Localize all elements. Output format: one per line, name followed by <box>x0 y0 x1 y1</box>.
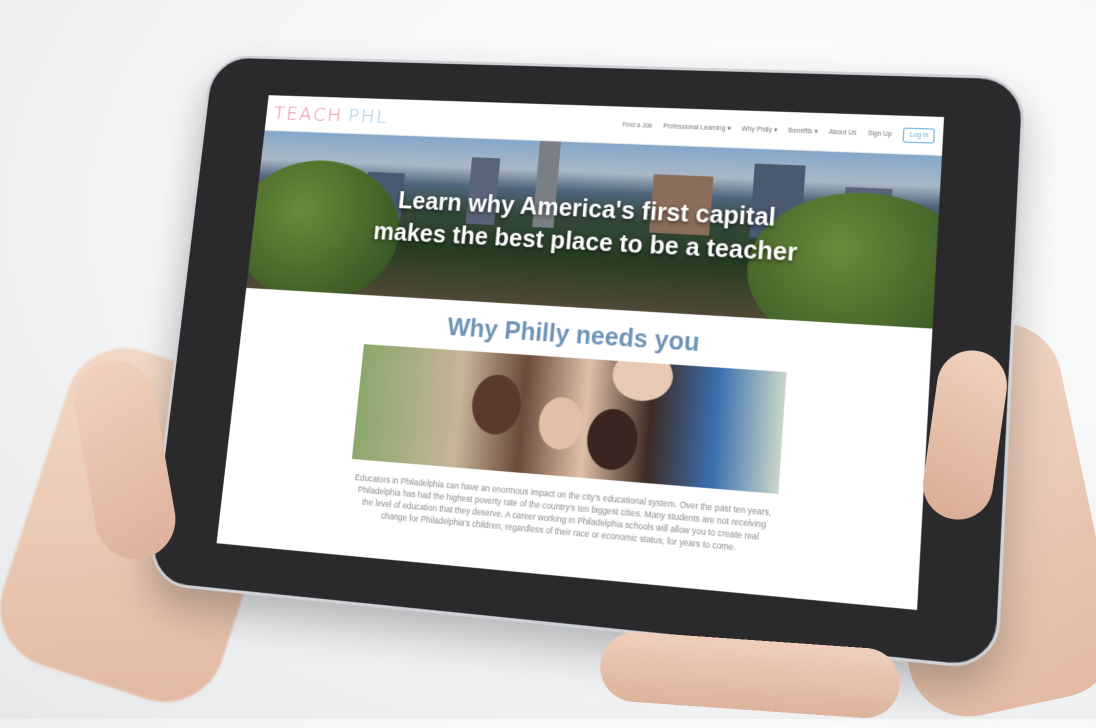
tablet-screen: TEACH PHL Find a Job Professional Learnin… <box>216 95 945 611</box>
child-face <box>610 348 675 403</box>
logo-phl-text: PHL <box>346 104 390 128</box>
nav-links: Find a Job Professional Learning ▾ Why P… <box>622 118 935 144</box>
hero-banner: Learn why America's first capital makes … <box>246 130 942 329</box>
nav-item-professional-learning[interactable]: Professional Learning ▾ <box>663 122 731 132</box>
nav-item-benefits[interactable]: Benefits ▾ <box>788 127 818 136</box>
child-face <box>536 395 585 452</box>
nav-item-about-us[interactable]: About Us <box>829 129 857 137</box>
children-photo <box>351 344 787 494</box>
nav-item-sign-up[interactable]: Sign Up <box>868 130 892 138</box>
site-logo[interactable]: TEACH PHL <box>273 102 390 128</box>
logo-teach-text: TEACH <box>272 101 344 127</box>
child-face <box>584 407 640 472</box>
tablet-scene: TEACH PHL Find a Job Professional Learnin… <box>0 0 1096 719</box>
login-button[interactable]: Log in <box>902 127 935 144</box>
nav-item-why-philly[interactable]: Why Philly ▾ <box>741 125 777 134</box>
tablet-device: TEACH PHL Find a Job Professional Learnin… <box>146 54 1027 671</box>
nav-item-find-a-job[interactable]: Find a Job <box>622 121 652 129</box>
child-face <box>469 373 524 437</box>
